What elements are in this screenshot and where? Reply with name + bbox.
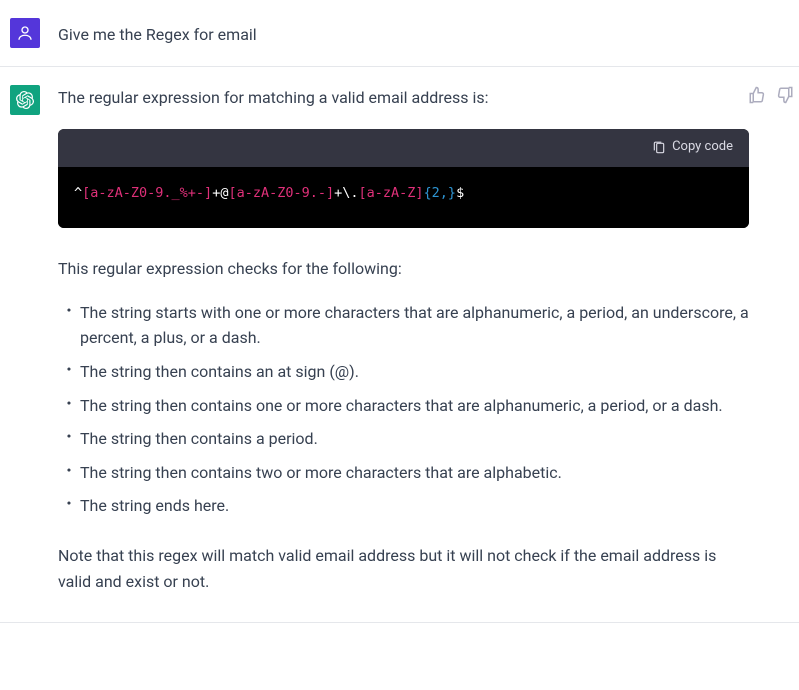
code-block: Copy code ^[a-zA-Z0-9._%+-]+@[a-zA-Z0-9.… — [58, 129, 749, 229]
code-token: [a-zA-Z0-9._%+-] — [82, 185, 212, 201]
code-token: $ — [456, 185, 464, 201]
list-item: The string then contains an at sign (@). — [58, 359, 749, 385]
list-item: The string ends here. — [58, 493, 749, 519]
thumbs-up-button[interactable] — [747, 85, 767, 105]
explanation-list: The string starts with one or more chara… — [58, 300, 749, 519]
code-token: [a-zA-Z] — [359, 185, 424, 201]
person-icon — [16, 24, 34, 42]
user-message-text: Give me the Regex for email — [58, 18, 749, 48]
list-item: The string starts with one or more chara… — [58, 300, 749, 351]
assistant-avatar — [10, 85, 40, 115]
clipboard-icon — [652, 141, 666, 155]
code-header: Copy code — [58, 129, 749, 167]
assistant-intro-text: The regular expression for matching a va… — [58, 85, 749, 111]
list-item: The string then contains two or more cha… — [58, 460, 749, 486]
list-item: The string then contains one or more cha… — [58, 393, 749, 419]
list-item: The string then contains a period. — [58, 426, 749, 452]
code-token: {2,} — [424, 185, 457, 201]
user-message-block: Give me the Regex for email — [0, 0, 799, 67]
user-avatar — [10, 18, 40, 48]
code-token: ^ — [74, 185, 82, 201]
code-token: +@ — [212, 185, 228, 201]
openai-logo-icon — [16, 91, 34, 109]
thumbs-up-icon — [748, 86, 766, 104]
assistant-message-block: The regular expression for matching a va… — [0, 67, 799, 623]
explanation-intro: This regular expression checks for the f… — [58, 256, 749, 282]
copy-code-button[interactable]: Copy code — [652, 137, 733, 158]
feedback-buttons — [747, 85, 795, 105]
code-token: +\. — [334, 185, 358, 201]
assistant-note: Note that this regex will match valid em… — [58, 543, 749, 594]
thumbs-down-button[interactable] — [775, 85, 795, 105]
copy-code-label: Copy code — [672, 137, 733, 158]
code-token: [a-zA-Z0-9.-] — [228, 185, 334, 201]
thumbs-down-icon — [776, 86, 794, 104]
code-content[interactable]: ^[a-zA-Z0-9._%+-]+@[a-zA-Z0-9.-]+\.[a-zA… — [58, 167, 749, 229]
